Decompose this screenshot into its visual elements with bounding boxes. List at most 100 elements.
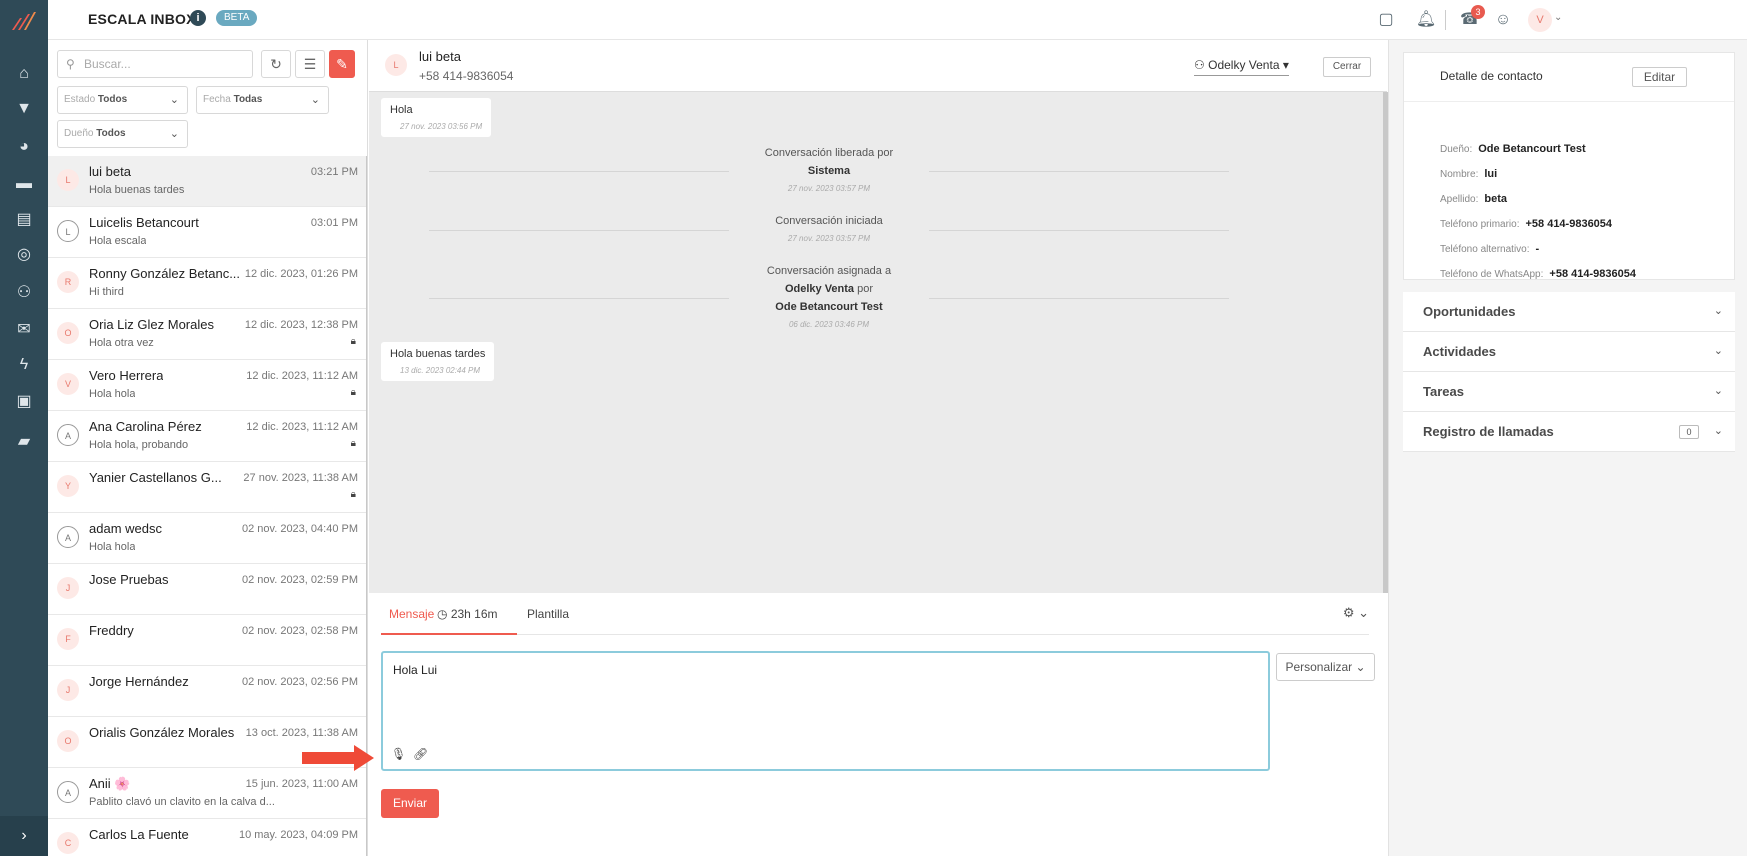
message-draft[interactable]: Hola Lui [393, 663, 437, 677]
conversation-row[interactable]: O Oria Liz Glez Morales 12 dic. 2023, 12:3… [48, 309, 366, 360]
page-title: ESCALA INBOX [88, 11, 196, 27]
home-icon[interactable]: ⌂ [12, 62, 36, 86]
support-agent-icon[interactable]: ☺ [1491, 8, 1515, 32]
inbox-chat-icon[interactable]: ▰ [12, 430, 36, 454]
escala-logo[interactable] [8, 4, 40, 36]
contact-avatar: V [57, 373, 79, 395]
search-input[interactable]: ⚲ Buscar... [57, 50, 253, 78]
chevron-down-icon: ⌄ [1713, 305, 1723, 317]
contact-field: Dueño: Ode Betancourt Test [1440, 143, 1586, 155]
expand-sidebar-icon[interactable]: › [0, 816, 48, 856]
section-actividades[interactable]: Actividades ⌄ [1403, 332, 1735, 372]
chevron-down-icon: ⌄ [1713, 385, 1723, 397]
conversation-preview: Hi third [89, 286, 124, 298]
info-icon[interactable]: i [190, 10, 206, 26]
users-icon[interactable]: ⚇ [12, 281, 36, 305]
conversation-row[interactable]: Aadam wedsc 02 nov. 2023, 04:40 PM Hola ho… [48, 513, 366, 564]
beta-badge: BETA [216, 10, 258, 26]
conversation-name: Ana Carolina Pérez [89, 419, 202, 434]
tab-mensaje[interactable]: Mensaje [389, 607, 434, 621]
contact-avatar: A [57, 781, 79, 803]
search-icon: ⚲ [66, 57, 75, 71]
section-tareas[interactable]: Tareas ⌄ [1403, 372, 1735, 412]
conversation-row[interactable]: A Anii 🌸 15 jun. 2023, 11:00 AM Pablito cla… [48, 768, 366, 819]
estado-filter-select[interactable]: Estado Todos ⌄ [57, 86, 188, 114]
contact-avatar: F [57, 628, 79, 650]
conversation-time: 02 nov. 2023, 02:56 PM [242, 676, 358, 688]
clock-icon: ◷ [437, 607, 448, 621]
top-bar: ESCALA INBOX i BETA ▢ 🔔︎ ☎ 3 ☺ V ⌄ [48, 0, 1747, 40]
user-icon: ⚇ [1194, 58, 1205, 72]
conversation-row[interactable]: A Ana Carolina Pérez 12 dic. 2023, 11:12 A… [48, 411, 366, 462]
conversation-name: adam wedsc [89, 521, 162, 536]
attachment-link-icon[interactable]: 🔗︎ [413, 747, 428, 761]
pie-chart-icon[interactable]: ◕ [12, 135, 36, 159]
conversation-row[interactable]: Y Yanier Castellanos G... 27 nov. 2023, 11… [48, 462, 366, 513]
contact-phone: +58 414-9836054 [419, 69, 514, 83]
contact-field: Teléfono alternativo: - [1440, 243, 1540, 255]
tab-plantilla[interactable]: Plantilla [527, 607, 569, 621]
contact-field: Nombre: lui [1440, 168, 1498, 180]
target-icon[interactable]: ◎ [12, 243, 36, 267]
contact-avatar: J [57, 679, 79, 701]
conversation-row[interactable]: F Freddry 02 nov. 2023, 02:58 PM [48, 615, 366, 666]
contact-avatar: C [57, 832, 79, 854]
bell-icon[interactable]: 🔔︎ [1414, 8, 1438, 32]
lock-icon: 🔒︎ [350, 387, 356, 398]
conversation-time: 12 dic. 2023, 11:12 AM [246, 370, 358, 382]
conversation-time: 12 dic. 2023, 11:12 AM [246, 421, 358, 433]
conversation-row[interactable]: J Jorge Hernández 02 nov. 2023, 02:56 PM [48, 666, 366, 717]
message-editor[interactable]: Hola Lui 🎙︎ 🔗︎ [381, 651, 1270, 771]
user-menu-chevron-icon[interactable]: ⌄ [1554, 12, 1562, 23]
settings-gear-icon[interactable]: ⚙ ⌄ [1343, 605, 1369, 621]
close-conversation-button[interactable]: Cerrar [1323, 57, 1371, 77]
conversation-time: 02 nov. 2023, 02:59 PM [242, 574, 358, 586]
reports-icon[interactable]: ▣ [12, 390, 36, 414]
chat-header: L lui beta +58 414-9836054 ⚇ Odelky Vent… [369, 40, 1387, 92]
section-oportunidades[interactable]: Oportunidades ⌄ [1403, 292, 1735, 332]
assignee-dropdown[interactable]: ⚇ Odelky Venta ▾ [1194, 58, 1289, 76]
conversation-row[interactable]: L Luicelis Betancourt 03:01 PM Hola escala [48, 207, 366, 258]
contact-field: Teléfono de WhatsApp: +58 414-9836054 [1440, 268, 1636, 280]
conversation-time: 02 nov. 2023, 02:58 PM [242, 625, 358, 637]
mail-icon[interactable]: ✉ [12, 318, 36, 342]
personalize-dropdown[interactable]: Personalizar ⌄ [1276, 653, 1375, 681]
conversation-time: 13 oct. 2023, 11:38 AM [245, 727, 358, 739]
contact-name: lui beta [419, 49, 461, 64]
sort-filter-button[interactable]: ☰ [295, 50, 325, 78]
conversation-name: Freddry [89, 623, 134, 638]
lock-icon: 🔒︎ [350, 489, 356, 500]
conversation-time: 03:01 PM [310, 217, 358, 229]
composer: Mensaje ◷ 23h 16m Plantilla ⚙ ⌄ Hola Lui… [369, 593, 1387, 856]
conversation-preview: Hola buenas tardes [89, 184, 185, 196]
conversation-name: Jorge Hernández [89, 674, 189, 689]
lock-icon: 🔒︎ [350, 336, 356, 347]
contact-field: Apellido: beta [1440, 193, 1507, 205]
conversation-row[interactable]: Llui beta 03:21 PM Hola buenas tardes [48, 156, 366, 207]
conversation-row[interactable]: V Vero Herrera 12 dic. 2023, 11:12 AM Hola … [48, 360, 366, 411]
section-registro-llamadas[interactable]: Registro de llamadas 0 ⌄ [1403, 412, 1735, 452]
edit-contact-button[interactable]: Editar [1632, 67, 1687, 87]
folder-icon[interactable]: ▬ [12, 172, 36, 196]
conversation-row[interactable]: J Jose Pruebas 02 nov. 2023, 02:59 PM [48, 564, 366, 615]
chat-icon[interactable]: ▤ [12, 208, 36, 232]
fecha-filter-select[interactable]: Fecha Todas ⌄ [196, 86, 329, 114]
conversation-row[interactable]: R Ronny González Betanc... 12 dic. 2023, 0… [48, 258, 366, 309]
conversation-preview: Hola hola [89, 541, 136, 553]
contact-avatar: Y [57, 475, 79, 497]
conversation-row[interactable]: C Carlos La Fuente 10 may. 2023, 04:09 PM [48, 819, 366, 856]
microphone-icon[interactable]: 🎙︎ [391, 747, 406, 761]
lock-icon: 🔒︎ [350, 438, 356, 449]
lightning-icon[interactable]: ϟ [12, 353, 36, 377]
filter-funnel-icon[interactable]: ▼ [12, 97, 36, 121]
send-button[interactable]: Enviar [381, 789, 439, 818]
conversation-time: 12 dic. 2023, 01:26 PM [244, 268, 358, 280]
messages-icon[interactable]: ▢ [1374, 8, 1398, 32]
annotation-arrow-icon [302, 745, 374, 771]
contact-avatar: R [57, 271, 79, 293]
conversation-time: 02 nov. 2023, 04:40 PM [242, 523, 358, 535]
new-conversation-button[interactable]: ✎ [329, 50, 355, 78]
dueno-filter-select[interactable]: Dueño Todos ⌄ [57, 120, 188, 148]
refresh-button[interactable]: ↻ [261, 50, 291, 78]
user-avatar[interactable]: V [1528, 8, 1552, 32]
